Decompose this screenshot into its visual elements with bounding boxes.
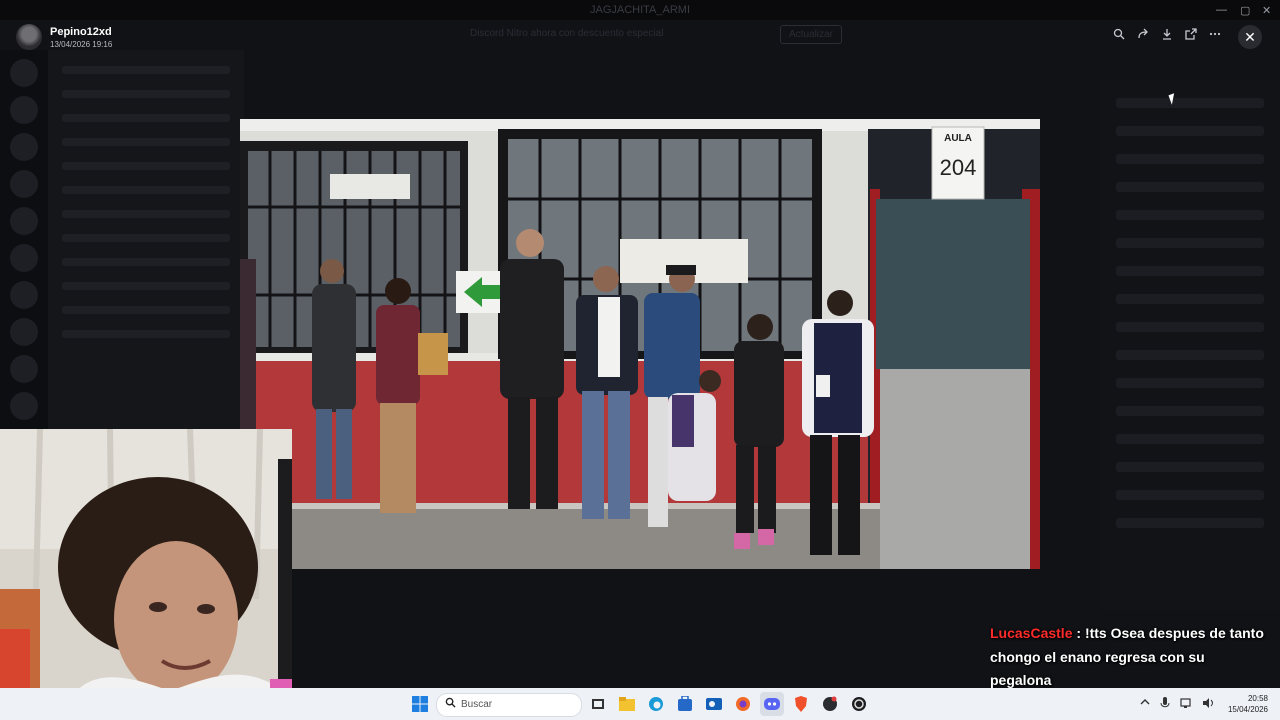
clock-date: 15/04/2026 <box>1227 705 1268 714</box>
file-explorer-icon[interactable] <box>615 692 639 716</box>
microphone-icon[interactable] <box>1160 697 1170 712</box>
app-icon[interactable] <box>818 692 842 716</box>
task-view-icon[interactable] <box>586 692 610 716</box>
image-viewer-header: Pepino12xd 13/04/2026 19:16 ✕ <box>0 20 1280 54</box>
window-title: JAGJACHITA_ARMI <box>589 4 691 16</box>
close-viewer-button[interactable]: ✕ <box>1238 25 1262 49</box>
clock-time: 20:58 <box>1247 694 1268 703</box>
upload-date: 13/04/2026 19:16 <box>50 40 113 49</box>
aula-sign-label: AULA <box>944 133 972 144</box>
taskbar-search-input[interactable]: Buscar <box>436 693 582 717</box>
windows-start-icon[interactable] <box>408 692 432 716</box>
chat-message: LucasCastle : !tts Osea despues de tanto… <box>990 622 1268 693</box>
discord-icon[interactable] <box>760 692 784 716</box>
taskbar: Buscar 20:58 15/04/2026 <box>0 688 1280 720</box>
avatar[interactable] <box>16 24 42 50</box>
taskbar-clock[interactable]: 20:58 15/04/2026 <box>1222 693 1268 715</box>
webcam-overlay <box>0 429 292 720</box>
search-icon <box>445 697 456 711</box>
system-tray <box>1140 697 1214 712</box>
open-external-icon[interactable] <box>1182 28 1200 46</box>
network-icon[interactable] <box>1180 697 1192 712</box>
firefox-icon[interactable] <box>731 692 755 716</box>
uploader-name[interactable]: Pepino12xd <box>50 26 112 38</box>
chat-separator: : <box>1072 625 1085 641</box>
forward-icon[interactable] <box>1134 28 1152 46</box>
volume-icon[interactable] <box>1202 697 1214 712</box>
edge-icon[interactable] <box>644 692 668 716</box>
search-placeholder: Buscar <box>461 699 493 710</box>
chevron-up-icon[interactable] <box>1140 697 1150 712</box>
download-icon[interactable] <box>1158 28 1176 46</box>
zoom-icon[interactable] <box>1110 28 1128 46</box>
maximize-icon[interactable]: ▢ <box>1240 4 1250 17</box>
obs-icon[interactable] <box>847 692 871 716</box>
window-close-icon[interactable]: ✕ <box>1262 4 1271 17</box>
viewed-image[interactable]: AULA 204 <box>240 119 1040 569</box>
channel-list <box>48 50 244 430</box>
message-context-dim <box>292 572 1092 642</box>
viewer-toolbar <box>1110 28 1224 46</box>
chat-author: LucasCastle <box>990 625 1073 641</box>
store-icon[interactable] <box>673 692 697 716</box>
outlook-icon[interactable] <box>702 692 726 716</box>
member-list <box>1100 80 1280 610</box>
brave-icon[interactable] <box>789 692 813 716</box>
aula-sign-number: 204 <box>940 155 977 180</box>
more-icon[interactable] <box>1206 28 1224 46</box>
minimize-icon[interactable]: — <box>1216 4 1227 16</box>
window-titlebar: JAGJACHITA_ARMI — ▢ ✕ <box>0 0 1280 20</box>
